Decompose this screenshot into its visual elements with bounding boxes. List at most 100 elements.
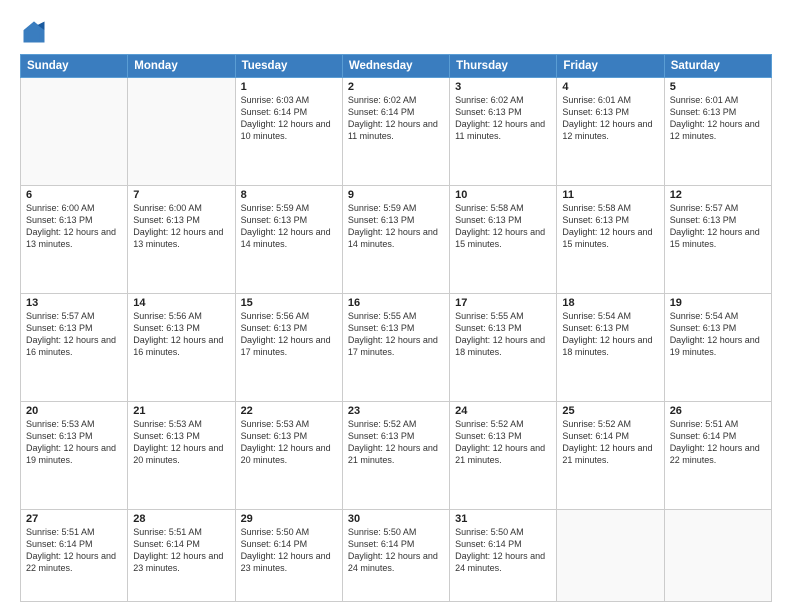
weekday-header-monday: Monday bbox=[128, 55, 235, 78]
day-info: Sunrise: 5:53 AM Sunset: 6:13 PM Dayligh… bbox=[241, 418, 337, 467]
calendar-cell: 7Sunrise: 6:00 AM Sunset: 6:13 PM Daylig… bbox=[128, 185, 235, 293]
calendar-cell: 16Sunrise: 5:55 AM Sunset: 6:13 PM Dayli… bbox=[342, 293, 449, 401]
day-info: Sunrise: 6:01 AM Sunset: 6:13 PM Dayligh… bbox=[562, 94, 658, 143]
calendar-cell: 20Sunrise: 5:53 AM Sunset: 6:13 PM Dayli… bbox=[21, 401, 128, 509]
calendar-cell: 29Sunrise: 5:50 AM Sunset: 6:14 PM Dayli… bbox=[235, 509, 342, 601]
day-number: 30 bbox=[348, 513, 444, 525]
day-number: 23 bbox=[348, 405, 444, 417]
weekday-header-sunday: Sunday bbox=[21, 55, 128, 78]
logo-icon bbox=[20, 18, 48, 46]
day-number: 24 bbox=[455, 405, 551, 417]
day-number: 22 bbox=[241, 405, 337, 417]
day-info: Sunrise: 5:52 AM Sunset: 6:14 PM Dayligh… bbox=[562, 418, 658, 467]
day-number: 31 bbox=[455, 513, 551, 525]
day-info: Sunrise: 5:58 AM Sunset: 6:13 PM Dayligh… bbox=[562, 202, 658, 251]
weekday-header-friday: Friday bbox=[557, 55, 664, 78]
day-info: Sunrise: 5:57 AM Sunset: 6:13 PM Dayligh… bbox=[670, 202, 766, 251]
day-info: Sunrise: 5:55 AM Sunset: 6:13 PM Dayligh… bbox=[348, 310, 444, 359]
day-number: 3 bbox=[455, 81, 551, 93]
day-info: Sunrise: 5:56 AM Sunset: 6:13 PM Dayligh… bbox=[241, 310, 337, 359]
calendar-cell: 28Sunrise: 5:51 AM Sunset: 6:14 PM Dayli… bbox=[128, 509, 235, 601]
weekday-header-thursday: Thursday bbox=[450, 55, 557, 78]
day-number: 4 bbox=[562, 81, 658, 93]
day-info: Sunrise: 6:03 AM Sunset: 6:14 PM Dayligh… bbox=[241, 94, 337, 143]
day-info: Sunrise: 5:50 AM Sunset: 6:14 PM Dayligh… bbox=[348, 526, 444, 575]
calendar-cell: 14Sunrise: 5:56 AM Sunset: 6:13 PM Dayli… bbox=[128, 293, 235, 401]
day-number: 5 bbox=[670, 81, 766, 93]
calendar-cell: 3Sunrise: 6:02 AM Sunset: 6:13 PM Daylig… bbox=[450, 78, 557, 186]
day-number: 7 bbox=[133, 189, 229, 201]
calendar-week-4: 20Sunrise: 5:53 AM Sunset: 6:13 PM Dayli… bbox=[21, 401, 772, 509]
weekday-header-saturday: Saturday bbox=[664, 55, 771, 78]
day-info: Sunrise: 6:02 AM Sunset: 6:13 PM Dayligh… bbox=[455, 94, 551, 143]
day-info: Sunrise: 6:00 AM Sunset: 6:13 PM Dayligh… bbox=[133, 202, 229, 251]
calendar-cell: 10Sunrise: 5:58 AM Sunset: 6:13 PM Dayli… bbox=[450, 185, 557, 293]
calendar-cell: 2Sunrise: 6:02 AM Sunset: 6:14 PM Daylig… bbox=[342, 78, 449, 186]
calendar-cell: 13Sunrise: 5:57 AM Sunset: 6:13 PM Dayli… bbox=[21, 293, 128, 401]
calendar-cell: 24Sunrise: 5:52 AM Sunset: 6:13 PM Dayli… bbox=[450, 401, 557, 509]
day-info: Sunrise: 5:52 AM Sunset: 6:13 PM Dayligh… bbox=[348, 418, 444, 467]
day-number: 11 bbox=[562, 189, 658, 201]
day-info: Sunrise: 5:50 AM Sunset: 6:14 PM Dayligh… bbox=[455, 526, 551, 575]
calendar-cell: 26Sunrise: 5:51 AM Sunset: 6:14 PM Dayli… bbox=[664, 401, 771, 509]
day-number: 20 bbox=[26, 405, 122, 417]
day-number: 15 bbox=[241, 297, 337, 309]
day-number: 1 bbox=[241, 81, 337, 93]
calendar-cell: 22Sunrise: 5:53 AM Sunset: 6:13 PM Dayli… bbox=[235, 401, 342, 509]
calendar-cell bbox=[128, 78, 235, 186]
day-number: 27 bbox=[26, 513, 122, 525]
calendar-cell: 23Sunrise: 5:52 AM Sunset: 6:13 PM Dayli… bbox=[342, 401, 449, 509]
day-info: Sunrise: 5:53 AM Sunset: 6:13 PM Dayligh… bbox=[26, 418, 122, 467]
calendar-cell: 8Sunrise: 5:59 AM Sunset: 6:13 PM Daylig… bbox=[235, 185, 342, 293]
day-number: 26 bbox=[670, 405, 766, 417]
logo bbox=[20, 18, 52, 46]
weekday-header-wednesday: Wednesday bbox=[342, 55, 449, 78]
day-info: Sunrise: 6:00 AM Sunset: 6:13 PM Dayligh… bbox=[26, 202, 122, 251]
day-number: 2 bbox=[348, 81, 444, 93]
calendar-table: SundayMondayTuesdayWednesdayThursdayFrid… bbox=[20, 54, 772, 602]
day-info: Sunrise: 6:01 AM Sunset: 6:13 PM Dayligh… bbox=[670, 94, 766, 143]
day-info: Sunrise: 5:57 AM Sunset: 6:13 PM Dayligh… bbox=[26, 310, 122, 359]
day-info: Sunrise: 5:56 AM Sunset: 6:13 PM Dayligh… bbox=[133, 310, 229, 359]
day-number: 18 bbox=[562, 297, 658, 309]
day-info: Sunrise: 5:51 AM Sunset: 6:14 PM Dayligh… bbox=[670, 418, 766, 467]
day-number: 29 bbox=[241, 513, 337, 525]
calendar-cell: 5Sunrise: 6:01 AM Sunset: 6:13 PM Daylig… bbox=[664, 78, 771, 186]
day-info: Sunrise: 5:58 AM Sunset: 6:13 PM Dayligh… bbox=[455, 202, 551, 251]
calendar-week-3: 13Sunrise: 5:57 AM Sunset: 6:13 PM Dayli… bbox=[21, 293, 772, 401]
calendar-cell: 6Sunrise: 6:00 AM Sunset: 6:13 PM Daylig… bbox=[21, 185, 128, 293]
calendar-cell: 15Sunrise: 5:56 AM Sunset: 6:13 PM Dayli… bbox=[235, 293, 342, 401]
day-number: 12 bbox=[670, 189, 766, 201]
calendar-cell: 25Sunrise: 5:52 AM Sunset: 6:14 PM Dayli… bbox=[557, 401, 664, 509]
day-info: Sunrise: 5:50 AM Sunset: 6:14 PM Dayligh… bbox=[241, 526, 337, 575]
calendar-cell: 18Sunrise: 5:54 AM Sunset: 6:13 PM Dayli… bbox=[557, 293, 664, 401]
day-number: 10 bbox=[455, 189, 551, 201]
day-number: 6 bbox=[26, 189, 122, 201]
day-number: 21 bbox=[133, 405, 229, 417]
calendar-cell bbox=[664, 509, 771, 601]
calendar-cell: 27Sunrise: 5:51 AM Sunset: 6:14 PM Dayli… bbox=[21, 509, 128, 601]
calendar-cell: 17Sunrise: 5:55 AM Sunset: 6:13 PM Dayli… bbox=[450, 293, 557, 401]
day-info: Sunrise: 5:55 AM Sunset: 6:13 PM Dayligh… bbox=[455, 310, 551, 359]
day-number: 14 bbox=[133, 297, 229, 309]
calendar-week-2: 6Sunrise: 6:00 AM Sunset: 6:13 PM Daylig… bbox=[21, 185, 772, 293]
day-info: Sunrise: 5:51 AM Sunset: 6:14 PM Dayligh… bbox=[133, 526, 229, 575]
calendar-cell: 12Sunrise: 5:57 AM Sunset: 6:13 PM Dayli… bbox=[664, 185, 771, 293]
calendar-cell: 1Sunrise: 6:03 AM Sunset: 6:14 PM Daylig… bbox=[235, 78, 342, 186]
day-number: 13 bbox=[26, 297, 122, 309]
calendar-cell bbox=[21, 78, 128, 186]
calendar-cell: 31Sunrise: 5:50 AM Sunset: 6:14 PM Dayli… bbox=[450, 509, 557, 601]
calendar-cell: 19Sunrise: 5:54 AM Sunset: 6:13 PM Dayli… bbox=[664, 293, 771, 401]
calendar-cell: 11Sunrise: 5:58 AM Sunset: 6:13 PM Dayli… bbox=[557, 185, 664, 293]
page: SundayMondayTuesdayWednesdayThursdayFrid… bbox=[0, 0, 792, 612]
calendar-cell: 30Sunrise: 5:50 AM Sunset: 6:14 PM Dayli… bbox=[342, 509, 449, 601]
day-number: 16 bbox=[348, 297, 444, 309]
day-info: Sunrise: 5:54 AM Sunset: 6:13 PM Dayligh… bbox=[562, 310, 658, 359]
calendar-cell: 21Sunrise: 5:53 AM Sunset: 6:13 PM Dayli… bbox=[128, 401, 235, 509]
calendar-week-5: 27Sunrise: 5:51 AM Sunset: 6:14 PM Dayli… bbox=[21, 509, 772, 601]
day-info: Sunrise: 6:02 AM Sunset: 6:14 PM Dayligh… bbox=[348, 94, 444, 143]
day-info: Sunrise: 5:52 AM Sunset: 6:13 PM Dayligh… bbox=[455, 418, 551, 467]
day-info: Sunrise: 5:51 AM Sunset: 6:14 PM Dayligh… bbox=[26, 526, 122, 575]
day-info: Sunrise: 5:59 AM Sunset: 6:13 PM Dayligh… bbox=[348, 202, 444, 251]
day-number: 8 bbox=[241, 189, 337, 201]
